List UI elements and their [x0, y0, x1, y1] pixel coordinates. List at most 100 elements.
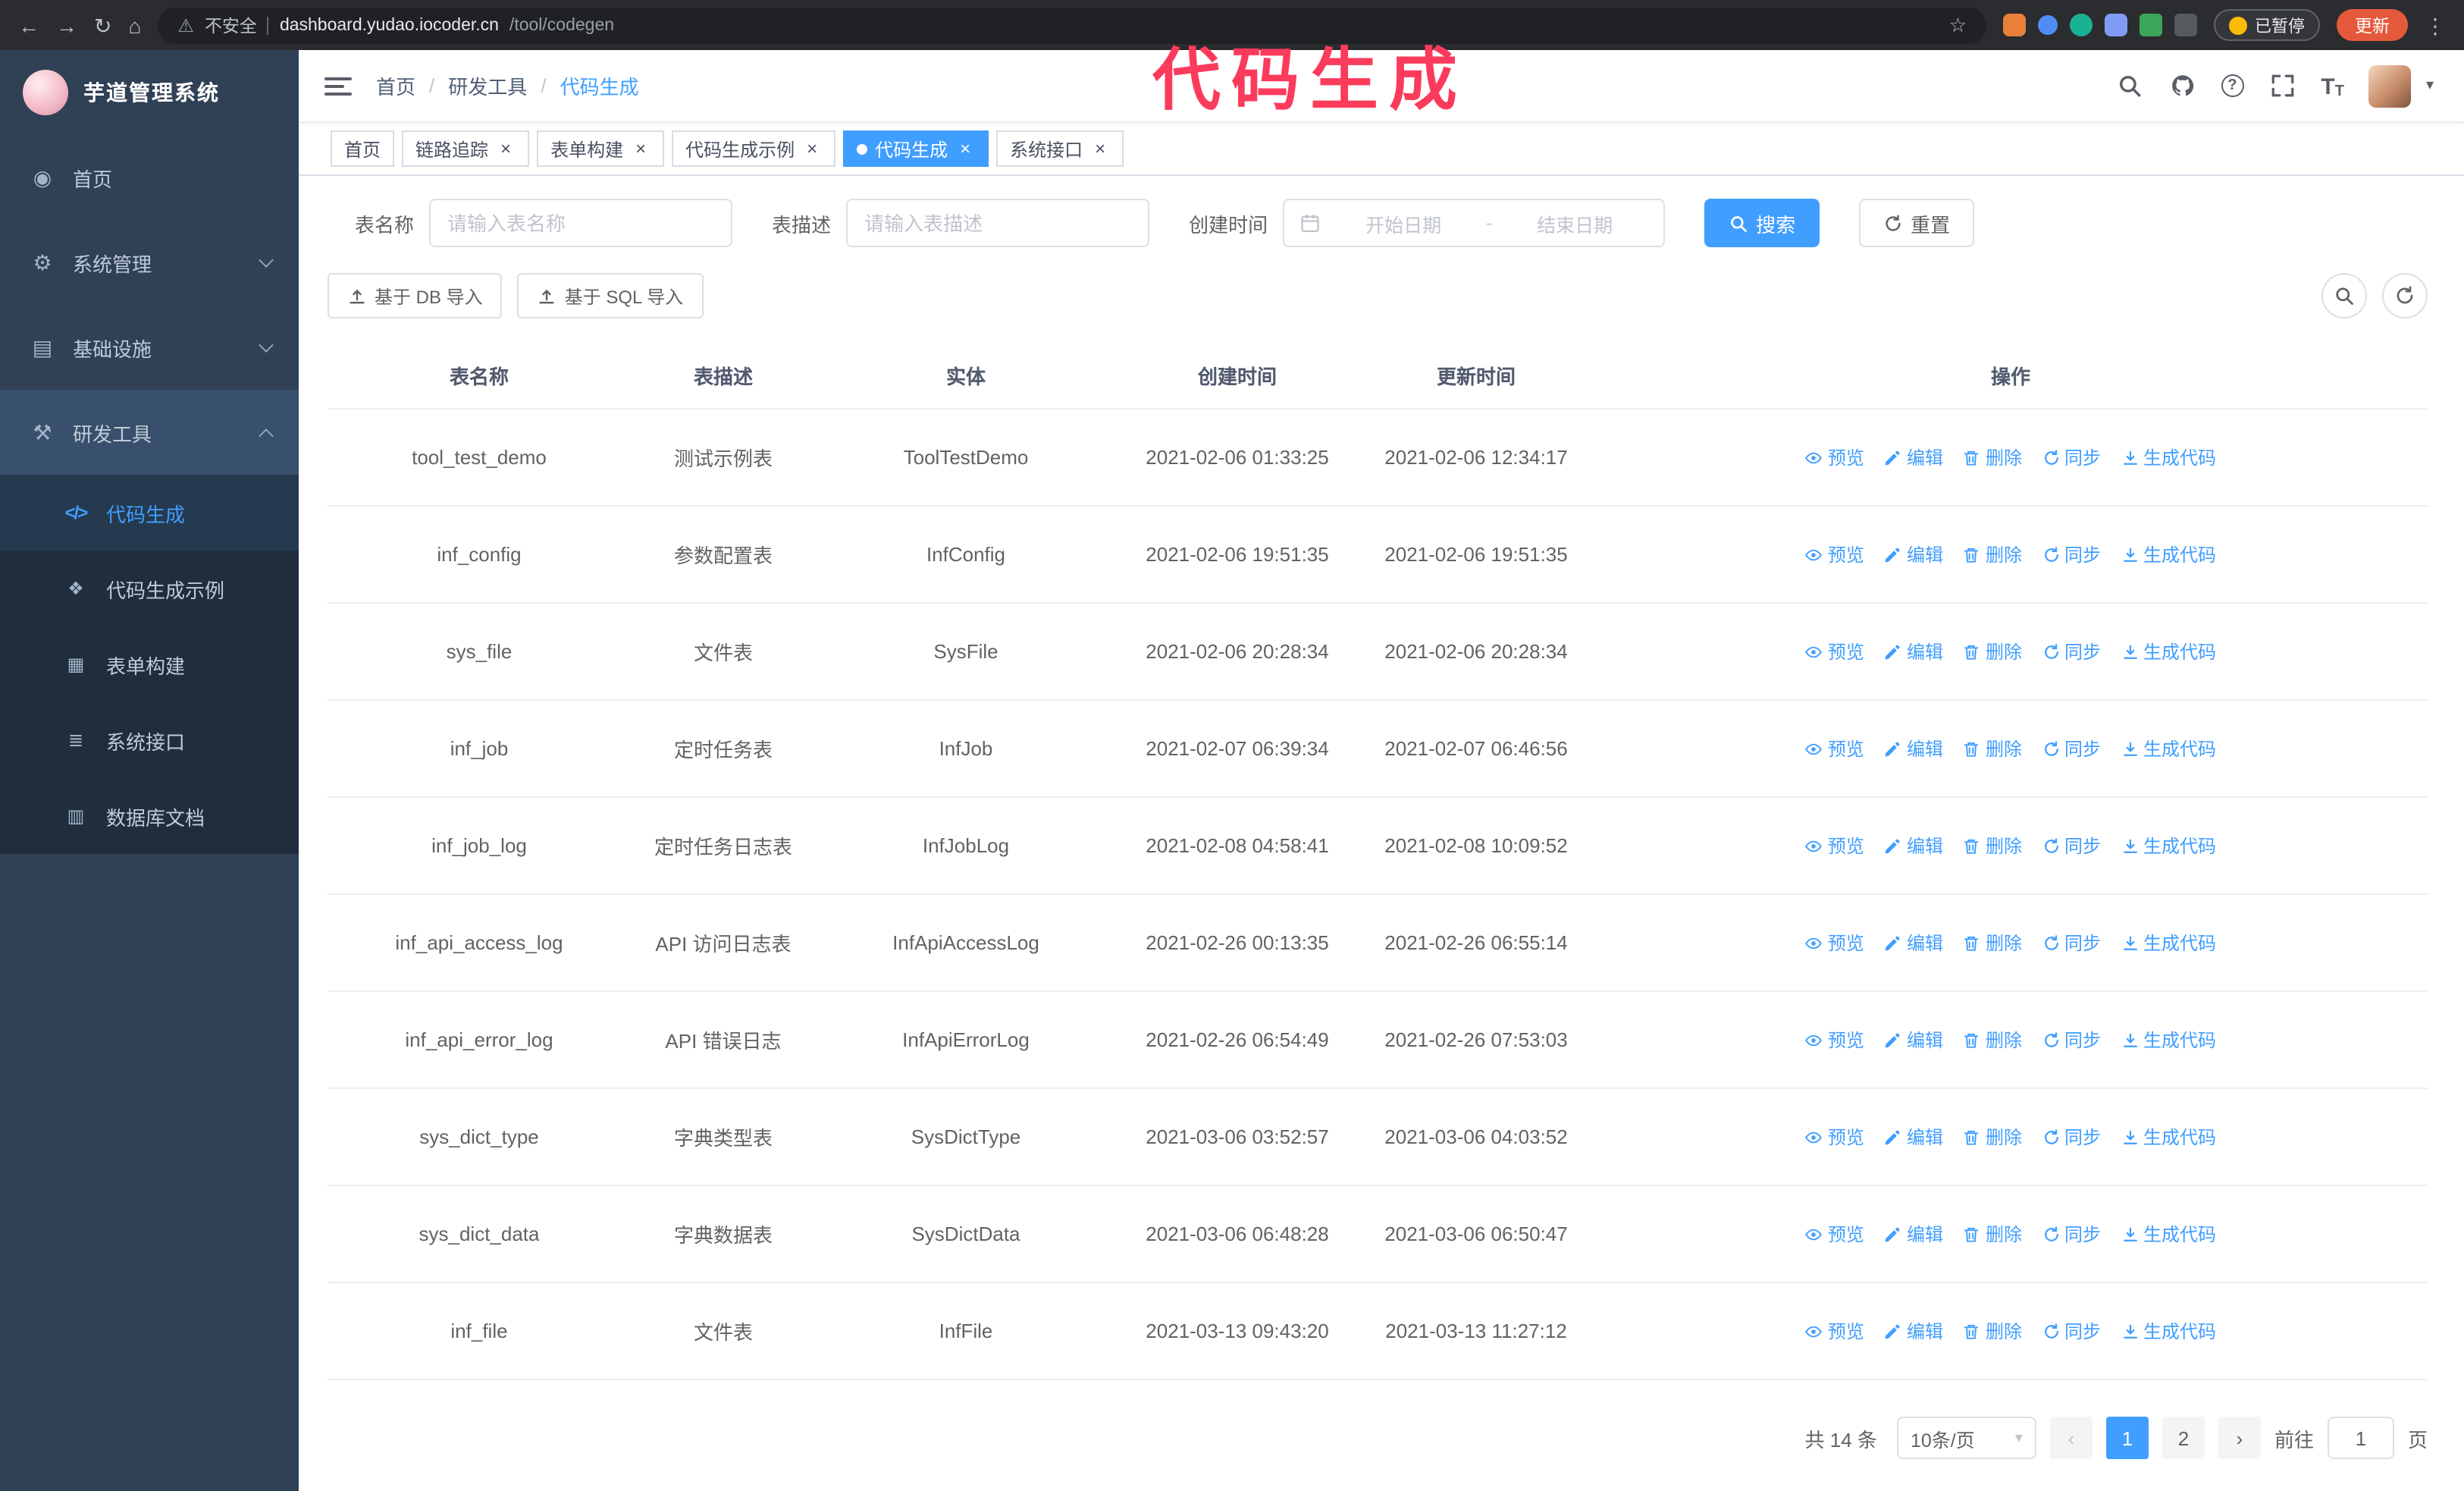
sidebar-item-home[interactable]: ◉ 首页: [0, 135, 299, 220]
extension-icon[interactable]: [2174, 14, 2197, 36]
generate-code-link[interactable]: 生成代码: [2121, 736, 2216, 761]
delete-link[interactable]: 删除: [1963, 639, 2022, 664]
sidebar-item-dev-tools[interactable]: ⚒ 研发工具: [0, 390, 299, 475]
caret-down-icon[interactable]: ▾: [2426, 77, 2434, 94]
prev-page-button[interactable]: ‹: [2049, 1417, 2093, 1459]
delete-link[interactable]: 删除: [1963, 1318, 2022, 1344]
sidebar-item-codegen-example[interactable]: ❖ 代码生成示例: [0, 551, 299, 626]
browser-menu-icon[interactable]: ⋮: [2425, 14, 2446, 36]
delete-link[interactable]: 删除: [1963, 444, 2022, 470]
tab-form-builder[interactable]: 表单构建 ×: [537, 130, 665, 167]
sync-link[interactable]: 同步: [2042, 444, 2101, 470]
edit-link[interactable]: 编辑: [1884, 1027, 1943, 1053]
address-bar[interactable]: ⚠ 不安全 dashboard.yudao.iocoder.cn /tool/c…: [158, 7, 1986, 43]
date-range-picker[interactable]: 开始日期 - 结束日期: [1283, 199, 1666, 247]
close-icon[interactable]: ×: [631, 139, 650, 159]
edit-link[interactable]: 编辑: [1884, 833, 1943, 859]
preview-link[interactable]: 预览: [1805, 1318, 1864, 1344]
edit-link[interactable]: 编辑: [1884, 639, 1943, 664]
sidebar-item-system-api[interactable]: ≣ 系统接口: [0, 702, 299, 778]
toggle-search-icon[interactable]: [2321, 273, 2367, 319]
preview-link[interactable]: 预览: [1805, 1124, 1864, 1150]
delete-link[interactable]: 删除: [1963, 541, 2022, 567]
generate-code-link[interactable]: 生成代码: [2121, 1318, 2216, 1344]
hamburger-icon[interactable]: [324, 77, 352, 95]
close-icon[interactable]: ×: [955, 139, 975, 159]
edit-link[interactable]: 编辑: [1884, 1318, 1943, 1344]
search-icon[interactable]: [2114, 71, 2143, 100]
sidebar-item-form-builder[interactable]: ▦ 表单构建: [0, 626, 299, 702]
generate-code-link[interactable]: 生成代码: [2121, 444, 2216, 470]
preview-link[interactable]: 预览: [1805, 541, 1864, 567]
table-name-input[interactable]: [429, 199, 733, 247]
github-icon[interactable]: [2168, 71, 2196, 100]
extension-icon[interactable]: [2003, 14, 2026, 36]
table-desc-input[interactable]: [846, 199, 1150, 247]
help-icon[interactable]: ?: [2221, 74, 2244, 97]
tab-codegen[interactable]: 代码生成 ×: [843, 130, 989, 167]
sync-link[interactable]: 同步: [2042, 736, 2101, 761]
sync-link[interactable]: 同步: [2042, 1318, 2101, 1344]
search-button[interactable]: 搜索: [1704, 199, 1820, 247]
sync-link[interactable]: 同步: [2042, 1221, 2101, 1247]
close-icon[interactable]: ×: [802, 139, 822, 159]
next-page-button[interactable]: ›: [2218, 1417, 2261, 1459]
delete-link[interactable]: 删除: [1963, 1027, 2022, 1053]
edit-link[interactable]: 编辑: [1884, 736, 1943, 761]
edit-link[interactable]: 编辑: [1884, 541, 1943, 567]
sync-link[interactable]: 同步: [2042, 1027, 2101, 1053]
update-button[interactable]: 更新: [2337, 9, 2408, 41]
back-icon[interactable]: ←: [18, 14, 39, 36]
extension-icon[interactable]: [2070, 14, 2093, 36]
edit-link[interactable]: 编辑: [1884, 444, 1943, 470]
import-db-button[interactable]: 基于 DB 导入: [328, 273, 503, 319]
preview-link[interactable]: 预览: [1805, 1221, 1864, 1247]
extension-icon[interactable]: [2140, 14, 2162, 36]
preview-link[interactable]: 预览: [1805, 736, 1864, 761]
extension-icon[interactable]: [2038, 15, 2058, 35]
bookmark-star-icon[interactable]: ☆: [1949, 13, 1967, 37]
reset-button[interactable]: 重置: [1859, 199, 1975, 247]
preview-link[interactable]: 预览: [1805, 833, 1864, 859]
sync-link[interactable]: 同步: [2042, 833, 2101, 859]
app-logo[interactable]: 芋道管理系统: [0, 50, 299, 135]
page-button-2[interactable]: 2: [2161, 1417, 2205, 1459]
tab-system-api[interactable]: 系统接口 ×: [996, 130, 1124, 167]
refresh-table-icon[interactable]: [2382, 273, 2428, 319]
delete-link[interactable]: 删除: [1963, 930, 2022, 956]
generate-code-link[interactable]: 生成代码: [2121, 1027, 2216, 1053]
delete-link[interactable]: 删除: [1963, 1221, 2022, 1247]
import-sql-button[interactable]: 基于 SQL 导入: [517, 273, 704, 319]
sync-link[interactable]: 同步: [2042, 930, 2101, 956]
delete-link[interactable]: 删除: [1963, 833, 2022, 859]
preview-link[interactable]: 预览: [1805, 639, 1864, 664]
font-size-icon[interactable]: TT: [2321, 71, 2344, 100]
generate-code-link[interactable]: 生成代码: [2121, 930, 2216, 956]
tab-trace[interactable]: 链路追踪 ×: [402, 130, 530, 167]
tab-codegen-example[interactable]: 代码生成示例 ×: [672, 130, 836, 167]
sidebar-item-system-mgmt[interactable]: ⚙ 系统管理: [0, 220, 299, 305]
sidebar-item-infrastructure[interactable]: ▤ 基础设施: [0, 305, 299, 390]
edit-link[interactable]: 编辑: [1884, 930, 1943, 956]
close-icon[interactable]: ×: [1090, 139, 1110, 159]
fullscreen-icon[interactable]: [2268, 71, 2296, 100]
home-icon[interactable]: ⌂: [128, 14, 141, 36]
page-size-select[interactable]: 10条/页 ▾: [1896, 1417, 2036, 1459]
user-avatar[interactable]: [2368, 64, 2411, 107]
close-icon[interactable]: ×: [496, 139, 516, 159]
tab-home[interactable]: 首页: [331, 130, 395, 167]
sync-link[interactable]: 同步: [2042, 541, 2101, 567]
generate-code-link[interactable]: 生成代码: [2121, 833, 2216, 859]
preview-link[interactable]: 预览: [1805, 930, 1864, 956]
edit-link[interactable]: 编辑: [1884, 1124, 1943, 1150]
reload-icon[interactable]: ↻: [94, 14, 111, 36]
sync-link[interactable]: 同步: [2042, 639, 2101, 664]
generate-code-link[interactable]: 生成代码: [2121, 639, 2216, 664]
breadcrumb-home[interactable]: 首页: [376, 71, 415, 100]
generate-code-link[interactable]: 生成代码: [2121, 1124, 2216, 1150]
preview-link[interactable]: 预览: [1805, 444, 1864, 470]
generate-code-link[interactable]: 生成代码: [2121, 541, 2216, 567]
sync-link[interactable]: 同步: [2042, 1124, 2101, 1150]
generate-code-link[interactable]: 生成代码: [2121, 1221, 2216, 1247]
delete-link[interactable]: 删除: [1963, 736, 2022, 761]
